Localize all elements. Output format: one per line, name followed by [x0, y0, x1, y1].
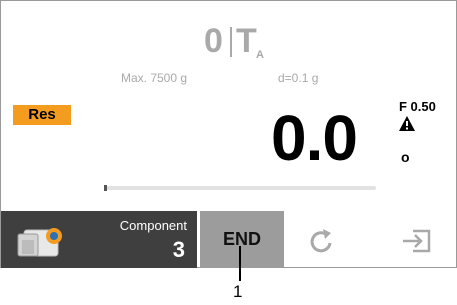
readability-label: d=0.1 g [278, 71, 319, 85]
import-icon[interactable] [397, 221, 437, 261]
result-badge: Res [13, 105, 71, 125]
end-button[interactable]: END [200, 211, 284, 268]
progress-fill [104, 185, 107, 191]
component-container-icon [17, 228, 62, 257]
tare-subscript: A [256, 49, 264, 61]
callout-line [239, 246, 241, 281]
action-bar: Component 3 END [1, 211, 457, 268]
warning-icon [399, 116, 415, 131]
component-count: 3 [172, 237, 185, 262]
callout-number: 1 [233, 282, 243, 301]
max-capacity-label: Max. 7500 g [121, 71, 188, 85]
weight-value: 0.0 [271, 102, 358, 174]
component-button[interactable]: Component 3 [1, 211, 197, 268]
balance-display: 0 T A Max. 7500 g d=0.1 g Res 0.0 F 0.50… [0, 0, 457, 268]
indicator-separator [230, 27, 232, 57]
progress-bar [104, 186, 376, 190]
stability-mark: o [401, 149, 410, 165]
component-label: Component [119, 218, 187, 233]
zero-symbol: 0 [204, 22, 223, 60]
filter-label: F 0.50 [399, 99, 436, 114]
refresh-icon[interactable] [301, 221, 341, 261]
tare-symbol: T [236, 22, 257, 60]
